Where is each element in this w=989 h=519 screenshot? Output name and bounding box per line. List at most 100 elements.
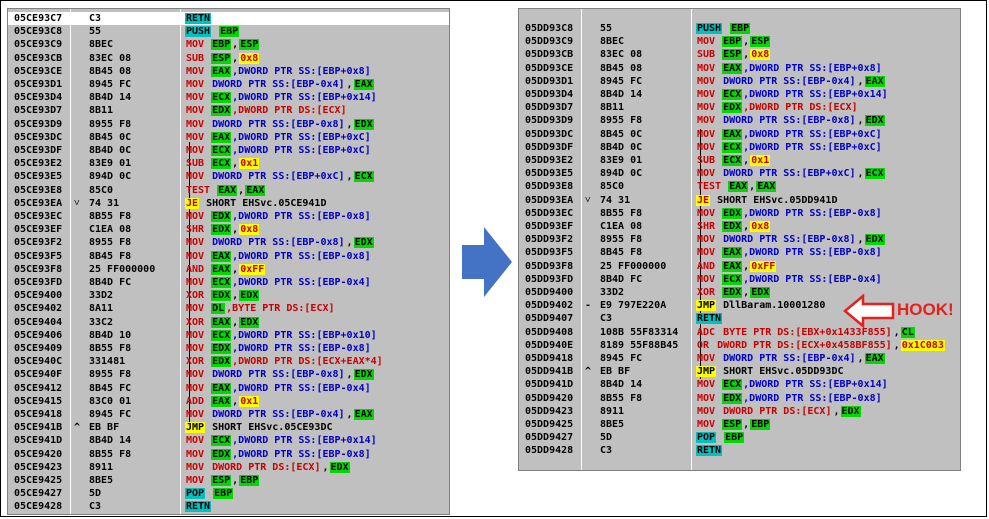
disasm-row[interactable]: 05DD9428 C3 RETN <box>519 444 960 457</box>
disasm-row[interactable]: 05CE93D9 8955 F8 MOV DWORD PTR SS:[EBP-0x8… <box>8 118 449 131</box>
disasm-row[interactable]: 05CE93CE 8B45 08 MOV EAX ,DWORD PTR SS:[EBP… <box>8 65 449 78</box>
disasm-row[interactable]: 05CE93FD 8B4D FC MOV ECX ,DWORD PTR SS:[EBP… <box>8 276 449 289</box>
disasm-row[interactable]: 05CE9427 5D POP EBP <box>8 487 449 500</box>
disasm-row[interactable]: 05DD9423 8911 MOV DWORD PTR DS:[ECX], EDX <box>519 405 960 418</box>
disasm-row[interactable]: 05CE93E2 83E9 01 SUB ECX, 0x1 <box>8 157 449 170</box>
disasm-row[interactable]: 05CE93D7 8B11 MOV EDX ,DWORD PTR DS:[ECX] <box>8 104 449 117</box>
disassembly-pane-original[interactable]: 05CE93C7 C3 RETN 05CE93C8 55 PUSH EBP 05CE93C9… <box>7 8 450 515</box>
instruction-token: DWORD PTR DS:[ECX+0x458BF855] <box>717 339 892 351</box>
disasm-row[interactable]: 05CE93E5 894D 0C MOV DWORD PTR SS:[EBP+0xC… <box>8 170 449 183</box>
opcode-bytes-cell: 8B45 0C <box>600 128 643 140</box>
disasm-row[interactable]: 05DD93E2 83E9 01 SUB ECX, 0x1 <box>519 154 960 167</box>
instruction-token: MOV <box>697 405 722 417</box>
opcode-bytes-cell: 83E9 01 <box>89 158 132 170</box>
disasm-row[interactable]: 05DD93D7 8B11 MOV EDX ,DWORD PTR DS:[ECX] <box>519 101 960 114</box>
instruction-cell: MOV ECX ,DWORD PTR SS:[EBP+0x10] <box>185 329 378 342</box>
disasm-row[interactable]: 05CE9420 8B55 F8 MOV EDX ,DWORD PTR SS:[EBP… <box>8 448 449 461</box>
instruction-cell: SUB ESP, 0x8 <box>185 52 260 65</box>
instruction-cell: MOV DWORD PTR SS:[EBP+0xC], ECX <box>696 167 885 180</box>
address-cell: 05CE941D <box>14 435 63 447</box>
disasm-row[interactable]: 05DD941B ^ EB BF JMP SHORT EHSvc.05DD93DC <box>519 365 960 378</box>
instruction-token: EBP <box>722 36 743 48</box>
disasm-row[interactable]: 05CE93C8 55 PUSH EBP <box>8 25 449 38</box>
opcode-bytes-cell: 108B 55F83314 <box>600 326 679 338</box>
opcode-bytes-cell: C3 <box>89 13 102 24</box>
disasm-row[interactable]: 05DD93FD 8B4D FC MOV ECX ,DWORD PTR SS:[EBP… <box>519 273 960 286</box>
disasm-row[interactable]: 05DD93D1 8945 FC MOV DWORD PTR SS:[EBP-0x4… <box>519 75 960 88</box>
disasm-row[interactable]: 05CE93DF 8B4D 0C MOV ECX ,DWORD PTR SS:[EBP… <box>8 144 449 157</box>
disasm-row[interactable]: 05DD93CB 83EC 08 SUB ESP, 0x8 <box>519 48 960 61</box>
address-cell: 05CE93F8 <box>14 263 63 275</box>
instruction-token: EAX <box>864 75 885 87</box>
disasm-row[interactable]: 05CE9425 8BE5 MOV ESP, EBP <box>8 474 449 487</box>
disasm-row[interactable]: 05CE9402 8A11 MOV DL ,BYTE PTR DS:[ECX] <box>8 302 449 315</box>
disasm-row[interactable]: 05DD93D9 8955 F8 MOV DWORD PTR SS:[EBP-0x8… <box>519 114 960 127</box>
instruction-token: , <box>346 171 353 183</box>
disasm-row[interactable]: 05DD93F5 8B45 F8 MOV EAX ,DWORD PTR SS:[EBP… <box>519 246 960 259</box>
disasm-row[interactable]: 05DD93E5 894D 0C MOV DWORD PTR SS:[EBP+0xC… <box>519 167 960 180</box>
disasm-row[interactable]: 05CE9406 8B4D 10 MOV ECX ,DWORD PTR SS:[EBP… <box>8 329 449 342</box>
disasm-row[interactable]: 05CE93CB 83EC 08 SUB ESP, 0x8 <box>8 52 449 65</box>
disasm-row[interactable]: 05CE941B ^ EB BF JMP SHORT EHSvc.05CE93DC <box>8 421 449 434</box>
instruction-token: ,DWORD PTR SS:[EBP+0xC] <box>232 145 371 156</box>
disasm-row[interactable]: 05CE9400 33D2 XOR EDX, EDX <box>8 289 449 302</box>
instruction-token: ,DWORD PTR SS:[EBP-0x8] <box>743 207 882 219</box>
disasm-row[interactable]: 05DD941D 8B4D 14 MOV ECX ,DWORD PTR SS:[EBP… <box>519 378 960 391</box>
disasm-row[interactable]: 05DD93C8 55 PUSH EBP <box>519 22 960 35</box>
disasm-row[interactable]: 05CE9428 C3 RETN <box>8 500 449 513</box>
address-cell: 05DD93D9 <box>525 115 574 127</box>
disasm-row[interactable]: 05DD9418 8945 FC MOV DWORD PTR SS:[EBP-0x4… <box>519 352 960 365</box>
disasm-row[interactable]: 05CE941D 8B4D 14 MOV ECX ,DWORD PTR SS:[EBP… <box>8 434 449 447</box>
disasm-row[interactable]: 05DD93EA ˅ 74 31 JE SHORT EHSvc.05DD941D <box>519 194 960 207</box>
disasm-row[interactable]: 05CE9404 33C2 XOR EAX, EDX <box>8 316 449 329</box>
disasm-row[interactable]: 05CE93D4 8B4D 14 MOV ECX ,DWORD PTR SS:[EBP… <box>8 91 449 104</box>
disasm-row[interactable]: 05DD93EC 8B55 F8 MOV EDX ,DWORD PTR SS:[EBP… <box>519 207 960 220</box>
disasm-row[interactable]: 05CE93E8 85C0 TEST EAX, EAX <box>8 184 449 197</box>
address-cell: 05DD93F8 <box>525 260 574 272</box>
address-cell: 05CE93F5 <box>14 250 63 262</box>
address-cell: 05CE9402 <box>14 303 63 315</box>
disasm-row[interactable]: 05CE93F2 8955 F8 MOV DWORD PTR SS:[EBP-0x8… <box>8 236 449 249</box>
disasm-row[interactable]: 05DD93C9 8BEC MOV EBP, ESP <box>519 35 960 48</box>
disasm-row[interactable]: 05CE93C7 C3 RETN <box>8 12 449 25</box>
disasm-row[interactable]: 05DD93F2 8955 F8 MOV DWORD PTR SS:[EBP-0x8… <box>519 233 960 246</box>
instruction-token: MOV <box>697 379 722 391</box>
disasm-row[interactable]: 05CE9415 83C0 01 ADD EAX, 0x1 <box>8 395 449 408</box>
instruction-cell: XOR EAX, EDX <box>185 316 260 329</box>
disasm-row[interactable]: 05CE9423 8911 MOV DWORD PTR DS:[ECX], EDX <box>8 461 449 474</box>
instruction-token: MOV <box>186 79 211 90</box>
disasm-row[interactable]: 05DD93D4 8B4D 14 MOV ECX ,DWORD PTR SS:[EBP… <box>519 88 960 101</box>
disasm-row[interactable]: 05CE940C 331481 XOR EDX ,DWORD PTR DS:[ECX+… <box>8 355 449 368</box>
disasm-row[interactable]: 05CE9409 8B55 F8 MOV EDX ,DWORD PTR SS:[EBP… <box>8 342 449 355</box>
disasm-row[interactable]: 05DD93E8 85C0 TEST EAX, EAX <box>519 180 960 193</box>
address-cell: 05DD93DC <box>525 128 574 140</box>
instruction-cell: MOV DWORD PTR SS:[EBP-0x8], EDX <box>696 233 885 246</box>
disasm-row[interactable]: 05CE9412 8B45 FC MOV EAX ,DWORD PTR SS:[EBP… <box>8 382 449 395</box>
jump-marker: ˅ <box>585 194 591 206</box>
disasm-row[interactable]: 05DD940E 8189 55F88B45 OR DWORD PTR DS:[EC… <box>519 339 960 352</box>
disasm-row[interactable]: 05DD93DC 8B45 0C MOV EAX ,DWORD PTR SS:[EBP… <box>519 128 960 141</box>
disasm-row[interactable]: 05DD9425 8BE5 MOV ESP, EBP <box>519 418 960 431</box>
instruction-token: MOV <box>186 250 211 262</box>
disasm-row[interactable]: 05CE93F8 25 FF000000 AND EAX, 0xFF <box>8 263 449 276</box>
disasm-row[interactable]: 05DD9420 8B55 F8 MOV EDX ,DWORD PTR SS:[EBP… <box>519 392 960 405</box>
disasm-row[interactable]: 05DD93CE 8B45 08 MOV EAX ,DWORD PTR SS:[EBP… <box>519 62 960 75</box>
disasm-row[interactable]: 05CE93DC 8B45 0C MOV EAX ,DWORD PTR SS:[EBP… <box>8 131 449 144</box>
disasm-row[interactable]: 05CE93EA ˅ 74 31 JE SHORT EHSvc.05CE941D <box>8 197 449 210</box>
disasm-row[interactable]: 05CE93F5 8B45 F8 MOV EAX ,DWORD PTR SS:[EBP… <box>8 250 449 263</box>
instruction-token: EDX <box>864 234 885 246</box>
disassembly-pane-hooked[interactable]: 05DD93C8 55 PUSH EBP 05DD93C9 8BEC MOV EBP, ES… <box>518 8 961 471</box>
disasm-row[interactable]: 05CE93EC 8B55 F8 MOV EDX ,DWORD PTR SS:[EBP… <box>8 210 449 223</box>
instruction-cell: MOV ECX ,DWORD PTR SS:[EBP-0x4] <box>696 273 883 286</box>
disasm-row[interactable]: 05DD93EF C1EA 08 SHR EDX, 0x8 <box>519 220 960 233</box>
disasm-row[interactable]: 05DD93F8 25 FF000000 AND EAX, 0xFF <box>519 260 960 273</box>
instruction-token: , <box>833 405 840 417</box>
disasm-row[interactable]: 05CE9418 8945 FC MOV DWORD PTR SS:[EBP-0x4… <box>8 408 449 421</box>
disasm-row[interactable]: 05CE940F 8955 F8 MOV DWORD PTR SS:[EBP-0x8… <box>8 368 449 381</box>
disasm-row[interactable]: 05DD93DF 8B4D 0C MOV ECX ,DWORD PTR SS:[EBP… <box>519 141 960 154</box>
disasm-row[interactable]: 05DD9427 5D POP EBP <box>519 431 960 444</box>
instruction-token: DWORD PTR SS:[EBP-0x8] <box>212 118 345 130</box>
disasm-row[interactable]: 05CE93D1 8945 FC MOV DWORD PTR SS:[EBP-0x4… <box>8 78 449 91</box>
disasm-row[interactable]: 05CE93EF C1EA 08 SHR EDX, 0x8 <box>8 223 449 236</box>
disasm-row[interactable]: 05CE93C9 8BEC MOV EBP, ESP <box>8 38 449 51</box>
